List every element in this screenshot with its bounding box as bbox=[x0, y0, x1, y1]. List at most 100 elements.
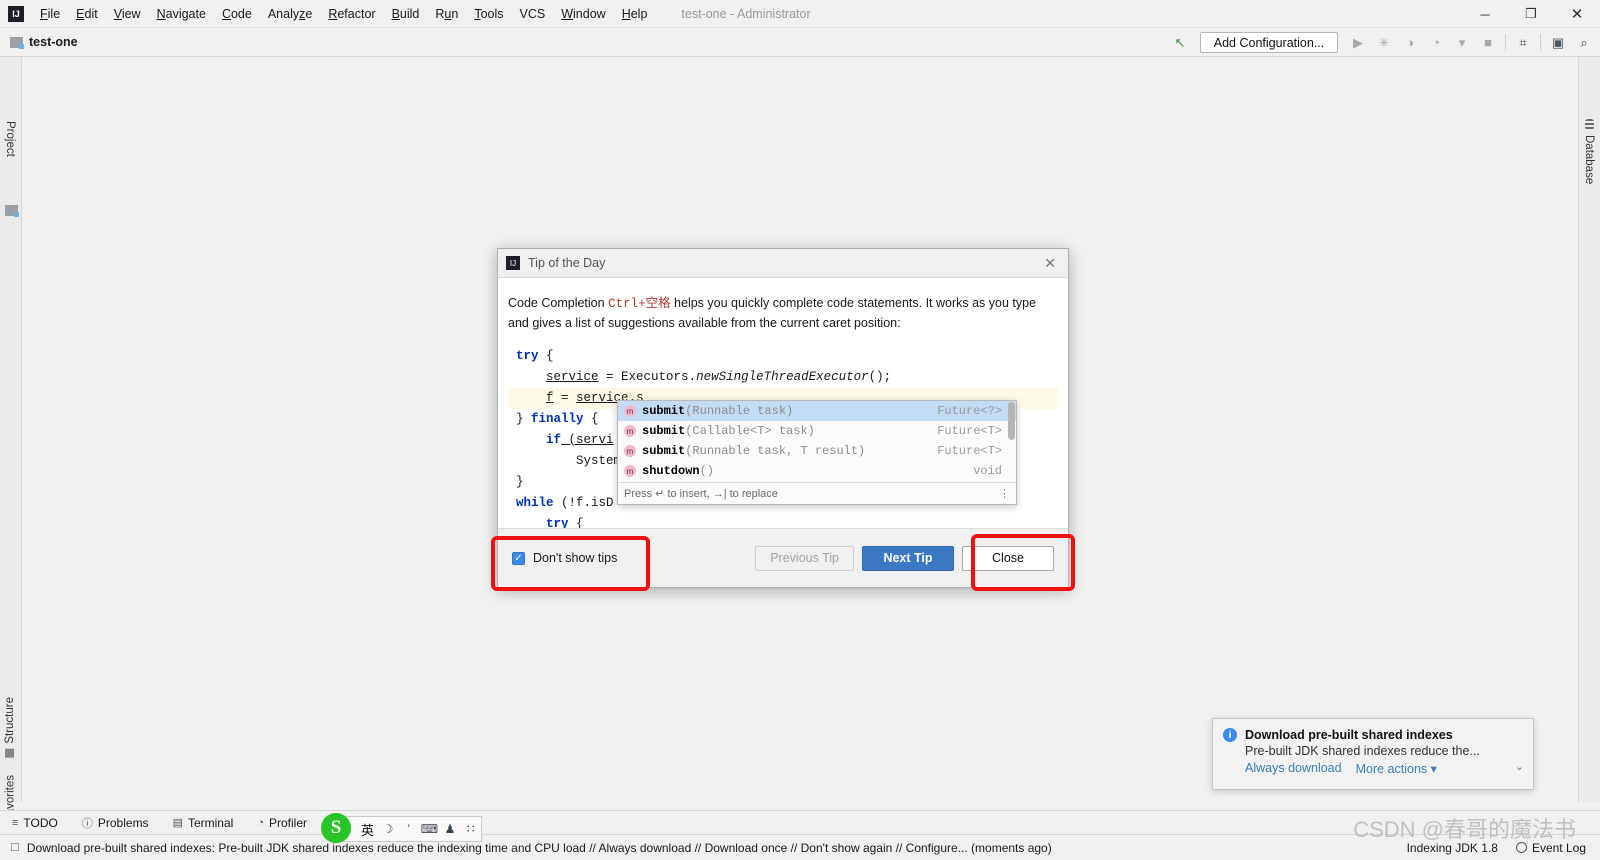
tip-shortcut: Ctrl+空格 bbox=[608, 297, 671, 311]
menu-item-help[interactable]: Help bbox=[614, 4, 656, 24]
completion-item[interactable]: m shutdown () void bbox=[618, 461, 1016, 481]
ime-keyboard-icon[interactable]: ⌨ bbox=[419, 822, 440, 836]
completion-type: Future<T> bbox=[937, 424, 1002, 438]
terminal-icon[interactable]: ▣ bbox=[1546, 31, 1570, 55]
ime-moon-icon[interactable]: ☽ bbox=[378, 822, 399, 836]
add-configuration-button[interactable]: Add Configuration... bbox=[1200, 32, 1338, 53]
debug-icon[interactable]: ✳ bbox=[1372, 31, 1396, 55]
completion-item[interactable]: m submit (Runnable task) Future<?> bbox=[618, 401, 1016, 421]
status-message[interactable]: Download pre-built shared indexes: Pre-b… bbox=[27, 841, 1052, 855]
sidebar-item-database[interactable]: Database bbox=[1583, 119, 1595, 184]
ime-punctuation-icon[interactable]: ’ bbox=[398, 822, 419, 836]
tool-window-todo[interactable]: ≡ TODO bbox=[0, 816, 70, 830]
completion-item[interactable]: m submit (Runnable task, T result) Futur… bbox=[618, 441, 1016, 461]
close-window-button[interactable]: ✕ bbox=[1554, 0, 1600, 28]
always-download-link[interactable]: Always download bbox=[1245, 761, 1342, 776]
maximize-button[interactable]: ❐ bbox=[1508, 0, 1554, 28]
menu-item-edit[interactable]: Edit bbox=[68, 4, 106, 24]
code-line-8-rest: (!f.isD bbox=[553, 495, 614, 510]
tip-text-before: Code Completion bbox=[508, 296, 609, 310]
sidebar-item-database-label: Database bbox=[1583, 135, 1595, 185]
tool-window-profiler[interactable]: ◔ Profiler bbox=[245, 816, 319, 830]
previous-tip-button[interactable]: Previous Tip bbox=[755, 545, 854, 571]
tip-description: Code Completion Ctrl+空格 helps you quickl… bbox=[508, 294, 1053, 334]
status-message-icon: ☐ bbox=[10, 842, 20, 854]
close-button[interactable]: Close bbox=[962, 545, 1054, 571]
code-line-2-d: (); bbox=[868, 369, 892, 384]
indexing-status: Indexing JDK 1.8 bbox=[1406, 840, 1498, 855]
more-options-icon[interactable]: ⋮ bbox=[999, 487, 1010, 500]
method-icon: m bbox=[624, 445, 636, 457]
chevron-down-icon[interactable]: ▾ bbox=[1450, 31, 1474, 55]
tool-window-terminal[interactable]: ▤ Terminal bbox=[161, 816, 246, 830]
run-icon[interactable]: ▶ bbox=[1346, 31, 1370, 55]
close-icon[interactable]: ✕ bbox=[1040, 255, 1060, 272]
completion-name: shutdown bbox=[642, 464, 700, 478]
completion-args: (Runnable task, T result) bbox=[685, 444, 866, 458]
folder-icon bbox=[10, 36, 24, 49]
checkbox-checked-icon: ✓ bbox=[512, 551, 525, 565]
menu-item-navigate[interactable]: Navigate bbox=[149, 4, 214, 24]
stop-icon[interactable]: ■ bbox=[1476, 31, 1500, 55]
code-identifier-f: f bbox=[546, 390, 554, 405]
breadcrumb-project-label: test-one bbox=[29, 35, 78, 49]
next-tip-button[interactable]: Next Tip bbox=[862, 545, 954, 571]
intellij-icon: IJ bbox=[506, 256, 520, 270]
window-controls: ─ ❐ ✕ bbox=[1462, 0, 1600, 28]
code-line-9: try { bbox=[508, 514, 1058, 528]
chevron-down-icon[interactable]: ⌄ bbox=[1515, 760, 1524, 773]
menu-item-analyze[interactable]: Analyze bbox=[260, 4, 320, 24]
ime-toolbox-icon[interactable]: ∷ bbox=[460, 822, 481, 836]
notification-balloon[interactable]: i Download pre-built shared indexes Pre-… bbox=[1212, 718, 1534, 790]
run-with-coverage-icon[interactable]: ◑ bbox=[1398, 31, 1422, 55]
completion-scrollbar[interactable] bbox=[1008, 402, 1015, 440]
event-log-button[interactable]: Event Log bbox=[1515, 841, 1586, 855]
sidebar-item-structure[interactable]: Structure bbox=[4, 697, 16, 758]
breadcrumb-project[interactable]: test-one bbox=[10, 35, 78, 49]
ime-language-icon[interactable]: 英 bbox=[357, 820, 378, 839]
menu-item-view[interactable]: View bbox=[106, 4, 149, 24]
menu-item-tools[interactable]: Tools bbox=[466, 4, 511, 24]
build-hammer-icon[interactable]: ↖ bbox=[1168, 31, 1192, 55]
tool-window-problems[interactable]: ⓘ Problems bbox=[70, 815, 161, 831]
dialog-buttons: Previous Tip Next Tip Close bbox=[755, 545, 1054, 571]
minimize-button[interactable]: ─ bbox=[1462, 0, 1508, 28]
more-actions-link[interactable]: More actions ▾ bbox=[1356, 761, 1437, 776]
toolbar-divider bbox=[1505, 34, 1506, 51]
menu-item-vcs[interactable]: VCS bbox=[512, 4, 554, 24]
completion-args: (Runnable task) bbox=[685, 404, 794, 418]
search-icon[interactable]: ⌕ bbox=[1572, 31, 1596, 55]
code-identifier-service: service bbox=[546, 369, 599, 384]
completion-hint: Press ↵ to insert, →| to replace ⋮ bbox=[618, 482, 1016, 504]
code-line-4-a: } bbox=[516, 411, 532, 426]
completion-item[interactable]: m submit (Callable<T> task) Future<T> bbox=[618, 421, 1016, 441]
profile-icon[interactable]: ◔ bbox=[1424, 31, 1448, 55]
sidebar-item-project[interactable]: Project bbox=[4, 121, 16, 157]
ime-toolbar[interactable]: S 英 ☽ ’ ⌨ ♟ ∷ bbox=[321, 813, 482, 843]
navigation-bar: test-one ↖ Add Configuration... ▶ ✳ ◑ ◔ … bbox=[0, 28, 1600, 57]
dont-show-tips-label: Don't show tips bbox=[533, 551, 618, 565]
status-bar: ☐ Download pre-built shared indexes: Pre… bbox=[0, 834, 1600, 860]
notification-header: i Download pre-built shared indexes bbox=[1213, 719, 1533, 742]
code-line-1-rest: { bbox=[538, 348, 554, 363]
completion-name: submit bbox=[642, 404, 686, 418]
dialog-footer: ✓ Don't show tips Previous Tip Next Tip … bbox=[498, 528, 1068, 587]
dont-show-tips-checkbox[interactable]: ✓ Don't show tips bbox=[512, 551, 617, 565]
menu-item-file[interactable]: File bbox=[32, 4, 68, 24]
menu-item-code[interactable]: Code bbox=[214, 4, 260, 24]
method-icon: m bbox=[624, 425, 636, 437]
project-structure-icon[interactable]: ⌗ bbox=[1511, 31, 1535, 55]
sogou-logo-icon[interactable]: S bbox=[321, 813, 351, 843]
code-keyword-while: while bbox=[516, 495, 554, 510]
menu-item-refactor[interactable]: Refactor bbox=[320, 4, 383, 24]
code-completion-popup[interactable]: m submit (Runnable task) Future<?> m sub… bbox=[617, 400, 1017, 505]
event-log-icon bbox=[1515, 842, 1527, 853]
menu-item-build[interactable]: Build bbox=[384, 4, 428, 24]
code-method-newsinglethreadexecutor: newSingleThreadExecutor bbox=[696, 369, 869, 384]
menu-item-run[interactable]: Run bbox=[427, 4, 466, 24]
notification-actions: Always download More actions ▾ bbox=[1245, 761, 1533, 776]
ime-user-icon[interactable]: ♟ bbox=[440, 822, 461, 836]
database-icon bbox=[1584, 119, 1594, 130]
menu-item-window[interactable]: Window bbox=[553, 4, 613, 24]
intellij-logo-icon: IJ bbox=[8, 5, 24, 22]
